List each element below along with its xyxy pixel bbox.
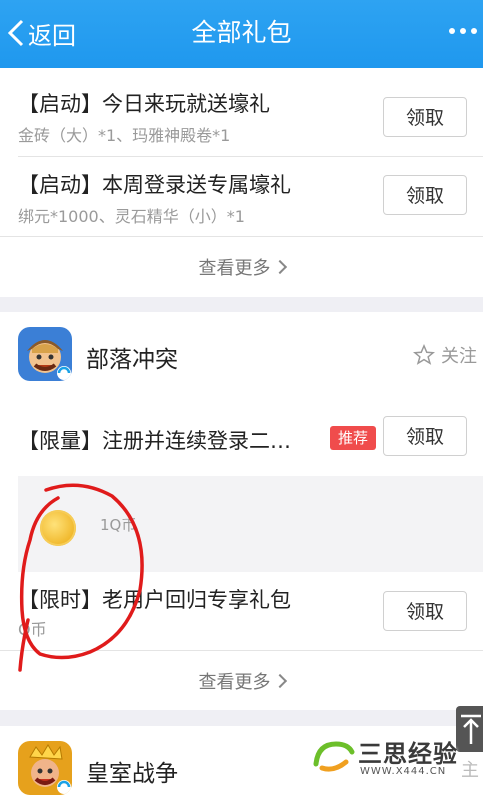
see-more-link[interactable]: 查看更多 [0,668,483,694]
top-nav-bar: 返回 全部礼包 [0,0,483,68]
gift-item: 【启动】今日来玩就送壕礼 金砖（大）*1、玛雅神殿卷*1 领取 [0,68,483,156]
watermark-url: WWW.X444.CN [360,766,447,777]
divider [0,650,483,651]
gift-title: 【限量】注册并连续登录二… [18,429,291,453]
gift-contents: Q币 [18,620,47,639]
clash-of-clans-app-icon[interactable] [18,327,72,381]
gift-section-1: 【启动】今日来玩就送壕礼 金砖（大）*1、玛雅神殿卷*1 领取 【启动】本周登录… [0,68,483,297]
chevron-right-icon [272,259,287,275]
chevron-right-icon [272,673,287,689]
gift-title: 【限时】老用户回归专享礼包 [18,588,291,612]
gift-item: 【启动】本周登录送专属壕礼 绑元*1000、灵石精华（小）*1 领取 [0,157,483,235]
q-coin-icon [40,510,76,546]
claim-button[interactable]: 领取 [383,97,467,137]
recommended-badge: 推荐 [330,426,376,450]
see-more-label: 查看更多 [198,672,271,693]
divider [0,236,483,237]
reward-amount: 1Q币 [100,516,137,534]
clash-royale-app-icon[interactable] [18,741,72,795]
more-options-icon[interactable] [449,28,477,34]
see-more-link[interactable]: 查看更多 [0,254,483,280]
page-title: 全部礼包 [191,18,292,47]
gift-contents: 绑元*1000、灵石精华（小）*1 [18,207,245,226]
gift-title: 【启动】本周登录送专属壕礼 [18,173,291,197]
follow-label: 关注 [441,346,477,367]
see-more-label: 查看更多 [198,258,271,279]
site-watermark: 三思经验 WWW.X444.CN [312,730,480,790]
watermark-brand: 三思经验 [358,740,458,768]
star-outline-icon [413,344,435,365]
claim-button[interactable]: 领取 [383,175,467,215]
game-name: 皇室战争 [86,761,178,787]
claim-button[interactable]: 领取 [383,591,467,631]
follow-button[interactable]: 关注 [413,342,477,368]
watermark-logo-icon [313,741,355,772]
reward-detail-panel: 1Q币 [18,476,483,572]
gift-title: 【启动】今日来玩就送壕礼 [18,92,270,116]
game-name: 部落冲突 [86,347,178,373]
claim-button[interactable]: 领取 [383,416,467,456]
gift-contents: 金砖（大）*1、玛雅神殿卷*1 [18,126,231,145]
